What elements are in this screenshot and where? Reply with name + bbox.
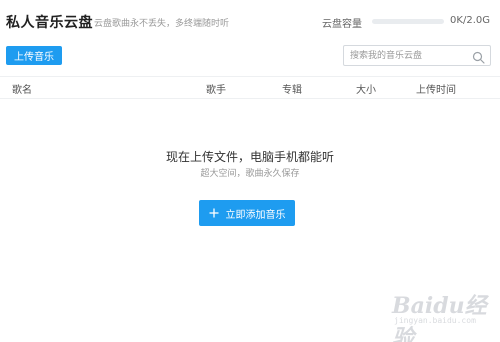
watermark-url: jingyan.baidu.com [394, 316, 476, 325]
empty-state-title: 现在上传文件，电脑手机都能听 [165, 150, 334, 164]
search-input[interactable] [344, 46, 468, 65]
column-header-album[interactable]: 专辑 [282, 81, 302, 96]
capacity-label: 云盘容量 [322, 19, 362, 30]
column-header-artist[interactable]: 歌手 [206, 81, 226, 96]
table-header: 歌名 歌手 专辑 大小 上传时间 [0, 76, 500, 99]
page-subtitle: 云盘歌曲永不丢失，多终端随时听 [94, 19, 230, 29]
title-bar: 私人音乐云盘 云盘歌曲永不丢失，多终端随时听 云盘容量 0K/2.0G [0, 0, 500, 44]
column-header-size[interactable]: 大小 [356, 81, 376, 96]
column-header-name[interactable]: 歌名 [12, 81, 32, 96]
capacity-value: 0K/2.0G [450, 15, 490, 26]
add-music-label: 立即添加音乐 [225, 209, 286, 221]
plus-icon [209, 208, 219, 218]
search-box [343, 45, 491, 66]
empty-state-subtitle: 超大空间，歌曲永久保存 [200, 169, 300, 179]
capacity-bar [372, 19, 444, 24]
column-header-upload-time[interactable]: 上传时间 [416, 81, 456, 96]
page-title: 私人音乐云盘 [6, 15, 93, 31]
add-music-button[interactable]: 立即添加音乐 [199, 200, 295, 226]
watermark: Baidu经验 jingyan.baidu.com [392, 288, 492, 342]
search-icon[interactable] [472, 49, 485, 64]
upload-music-button[interactable]: 上传音乐 [6, 46, 62, 65]
watermark-logo: Baidu经验 [392, 293, 487, 342]
